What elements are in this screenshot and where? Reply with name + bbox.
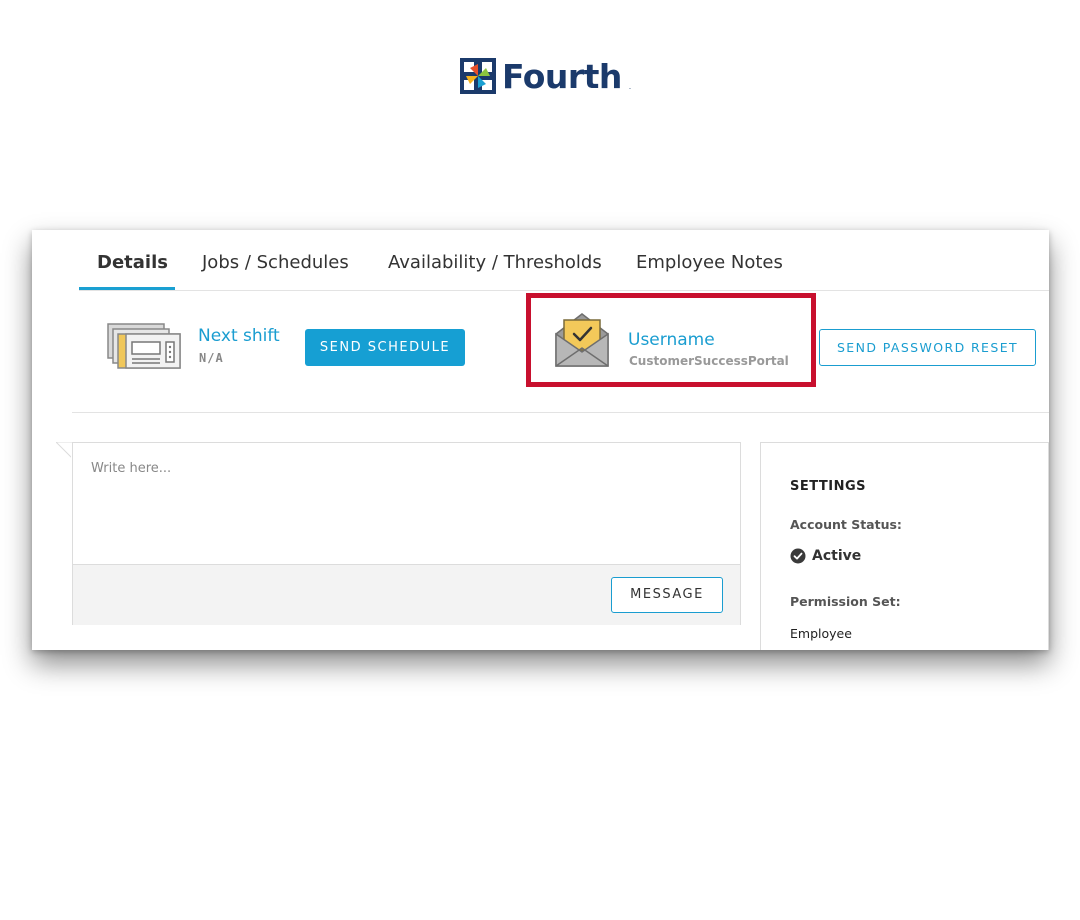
- permission-set-label: Permission Set:: [790, 594, 901, 609]
- envelope-check-icon: [555, 313, 609, 367]
- username-label: Username: [628, 330, 715, 350]
- tab-jobs-schedules[interactable]: Jobs / Schedules: [202, 252, 349, 273]
- message-button[interactable]: MESSAGE: [611, 577, 723, 613]
- settings-title: SETTINGS: [790, 479, 867, 494]
- send-password-reset-button[interactable]: SEND PASSWORD RESET: [819, 329, 1036, 366]
- employee-details-card: Details Jobs / Schedules Availability / …: [32, 230, 1049, 650]
- check-circle-icon: [790, 548, 806, 564]
- account-status-row: Active: [790, 548, 861, 564]
- speech-bubble-tail: [56, 442, 72, 458]
- next-shift-value: N/A: [199, 351, 224, 365]
- brand-dot: .: [628, 81, 632, 91]
- schedule-documents-icon: [107, 323, 181, 369]
- tab-details[interactable]: Details: [97, 252, 168, 273]
- message-footer: MESSAGE: [73, 564, 740, 625]
- send-schedule-button[interactable]: SEND SCHEDULE: [305, 329, 465, 366]
- next-shift-label: Next shift: [198, 326, 280, 346]
- active-tab-indicator: [79, 287, 175, 290]
- tab-bar: Details Jobs / Schedules Availability / …: [79, 230, 1049, 291]
- message-input[interactable]: [73, 443, 740, 564]
- fourth-logo-mark-icon: [460, 58, 496, 94]
- account-status-label: Account Status:: [790, 517, 902, 532]
- tab-employee-notes[interactable]: Employee Notes: [636, 252, 783, 273]
- fourth-logo: Fourth.: [460, 56, 631, 96]
- section-divider: [72, 412, 1049, 413]
- settings-panel: SETTINGS Account Status: Active Permissi…: [760, 442, 1049, 650]
- permission-set-value: Employee: [790, 626, 852, 641]
- tab-availability-thresholds[interactable]: Availability / Thresholds: [388, 252, 602, 273]
- account-status-value: Active: [812, 548, 862, 564]
- brand-name: Fourth: [502, 56, 622, 96]
- username-value: CustomerSuccessPortal: [629, 354, 789, 368]
- message-composer: MESSAGE: [72, 442, 741, 625]
